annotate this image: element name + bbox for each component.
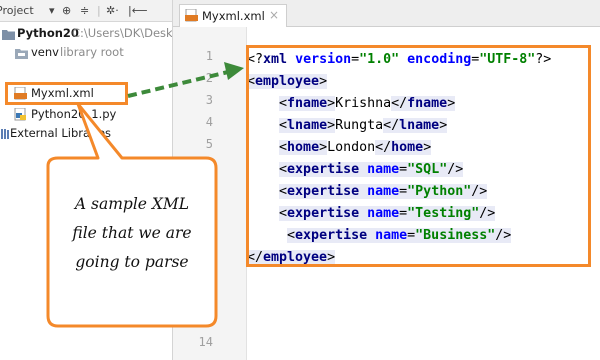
line-number: 13 <box>198 313 213 327</box>
tree-item-label: venv <box>31 45 59 59</box>
tree-item-venv[interactable]: venv library root <box>0 43 172 62</box>
attr-name: name <box>367 184 400 199</box>
code-line-employee-open: <employee> <box>247 74 328 89</box>
callout-text: A sample XML file that we are going to p… <box>58 190 206 277</box>
tag-name: lname <box>399 118 440 133</box>
line-number: 1 <box>205 49 213 63</box>
tree-item-project-root[interactable]: Python20 C:\Users\DK\Desktop <box>0 24 173 43</box>
element-text: Rungta <box>335 118 384 133</box>
tab-label: Myxml.xml <box>202 9 265 23</box>
line-number: 6 <box>205 159 213 173</box>
decl-attr: version <box>295 52 352 67</box>
folder-icon <box>15 46 28 59</box>
line-number: 5 <box>205 137 213 151</box>
decl-name: xml <box>263 52 288 67</box>
tag-name: expertise <box>287 206 360 221</box>
tag-name: fname <box>287 96 328 111</box>
code-line-home: <home>London</home> <box>279 140 432 155</box>
tag-name: employee <box>263 250 328 265</box>
tree-item-python-file[interactable]: Python20_1.py <box>0 105 172 124</box>
chevron-down-icon[interactable]: ▾ <box>49 4 55 17</box>
tag-name: expertise <box>287 162 360 177</box>
decl-value: "UTF-8" <box>479 52 536 67</box>
python-file-icon <box>14 107 27 121</box>
attr-name: name <box>367 162 400 177</box>
attr-value: "SQL" <box>407 162 448 177</box>
line-number: 14 <box>198 335 213 349</box>
gear-icon[interactable]: ✲· <box>106 4 119 17</box>
attr-value: "Business" <box>415 228 496 243</box>
code-line-expertise: <expertise name="Testing"/> <box>279 206 496 221</box>
decl-attr: encoding <box>407 52 472 67</box>
tag-name: expertise <box>295 228 368 243</box>
tab-myxml[interactable]: Myxml.xml × <box>179 4 287 27</box>
tree-item-label: External Libraries <box>10 126 112 140</box>
tree-item-label: Python20 <box>17 26 79 40</box>
collapse-icon[interactable]: ≑ <box>80 4 89 17</box>
xml-file-icon <box>14 86 27 100</box>
tag-name: lname <box>287 118 328 133</box>
code-line-employee-close: </employee> <box>247 250 336 265</box>
tree-item-detail: library root <box>60 45 124 59</box>
attr-name: name <box>367 206 400 221</box>
attr-value: "Python" <box>407 184 472 199</box>
callout-line: file that we are <box>72 224 192 242</box>
decl-open: <? <box>247 52 264 67</box>
tag-name: expertise <box>287 184 360 199</box>
tree-item-label: Myxml.xml <box>31 86 94 100</box>
close-icon[interactable]: × <box>269 8 279 22</box>
tree-item-label: Python20_1.py <box>31 107 117 121</box>
project-toolbar: Project ▾ ⊕ ≑ | ✲· |⟵ <box>0 0 172 22</box>
tag-name: home <box>287 140 320 155</box>
attr-name: name <box>375 228 408 243</box>
tag-name: fname <box>407 96 448 111</box>
tag-name: home <box>391 140 424 155</box>
tree-item-myxml[interactable]: Myxml.xml <box>0 84 172 103</box>
tree-item-path: C:\Users\DK\Desktop <box>72 26 173 40</box>
callout-line: going to parse <box>75 253 189 271</box>
code-area[interactable]: <?xml version="1.0" encoding="UTF-8"?> <… <box>247 27 600 360</box>
line-number: 12 <box>198 291 213 305</box>
decl-close: ?> <box>535 52 552 67</box>
hide-icon[interactable]: |⟵ <box>128 4 147 17</box>
decl-value: "1.0" <box>359 52 400 67</box>
line-number: 3 <box>205 93 213 107</box>
element-text: London <box>327 140 376 155</box>
editor-tab-strip: Myxml.xml × <box>173 0 600 27</box>
element-text: Krishna <box>335 96 392 111</box>
attr-value: "Testing" <box>407 206 480 221</box>
editor: Myxml.xml × 1 2 3 4 5 6 7 8 9 10 11 12 1… <box>173 0 600 360</box>
tag-name: employee <box>255 74 320 89</box>
separator: | <box>97 4 101 17</box>
project-panel: Project ▾ ⊕ ≑ | ✲· |⟵ Python20 C:\Users\… <box>0 0 173 360</box>
line-number: 4 <box>205 115 213 129</box>
xml-file-icon <box>185 8 198 25</box>
code-line-lname: <lname>Rungta</lname> <box>279 118 448 133</box>
code-line-expertise: <expertise name="Python"/> <box>279 184 488 199</box>
line-number: 2 <box>205 71 213 85</box>
tree-item-external-libraries[interactable]: External Libraries <box>0 124 172 143</box>
code-line-fname: <fname>Krishna</fname> <box>279 96 456 111</box>
code-line-expertise: <expertise name="SQL"/> <box>279 162 464 177</box>
project-view-label[interactable]: Project <box>0 4 34 17</box>
code-line-expertise: <expertise name="Business"/> <box>287 228 512 243</box>
code-line-xml-declaration: <?xml version="1.0" encoding="UTF-8"?> <box>247 52 552 67</box>
callout-line: A sample XML <box>74 195 190 213</box>
folder-icon <box>2 27 15 40</box>
target-icon[interactable]: ⊕ <box>62 4 71 17</box>
